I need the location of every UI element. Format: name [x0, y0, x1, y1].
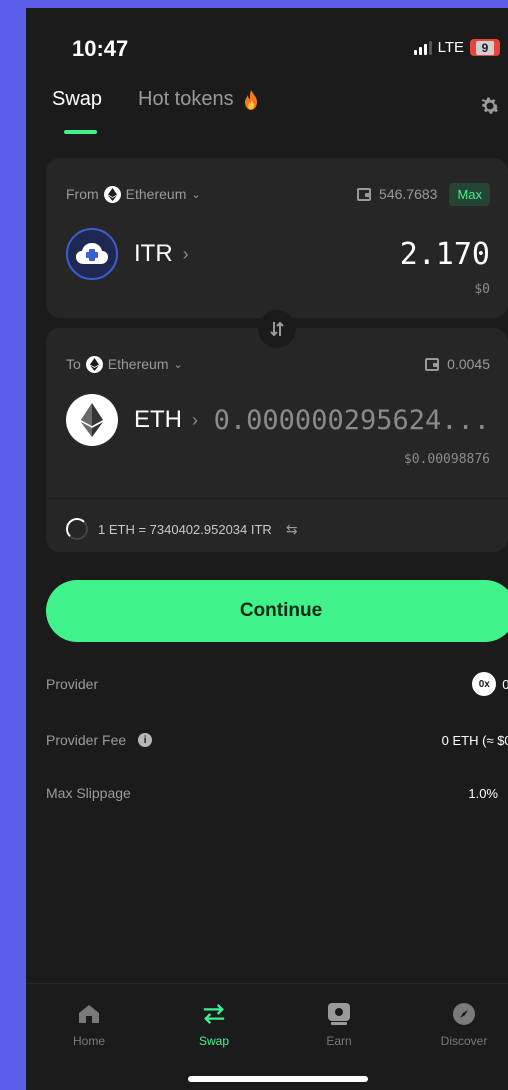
swap-icon	[202, 1002, 226, 1026]
from-balance-value: 546.7683	[379, 186, 438, 202]
bottom-nav: Home Swap Earn Discover	[26, 983, 508, 1053]
from-chain-selector[interactable]: From Ethereum ⌄	[66, 185, 201, 203]
info-icon[interactable]: i	[138, 733, 153, 747]
chevron-right-icon: ›	[182, 243, 189, 264]
battery-level: 9	[475, 40, 495, 55]
to-balance-value: 0.0045	[447, 356, 490, 372]
chevron-down-icon: ⌄	[173, 358, 183, 371]
from-label: From	[66, 186, 99, 202]
signal-icon	[413, 40, 432, 55]
provider-label: Provider	[46, 676, 99, 692]
to-chain-name: Ethereum	[107, 356, 169, 372]
status-bar: 10:47 LTE 9	[26, 8, 508, 80]
network-type: LTE	[437, 39, 464, 56]
tab-hot-tokens-label: Hot tokens	[138, 88, 234, 110]
to-fiat-value: $0.00098876	[403, 452, 490, 467]
header-tabs: Swap Hot tokens	[52, 88, 508, 138]
to-label: To	[66, 356, 81, 372]
provider-logo-icon: 0x	[472, 672, 497, 696]
home-icon	[77, 1002, 101, 1026]
provider-fee-row: Provider Fee i 0 ETH (≈ $0)	[46, 728, 508, 752]
nav-discover[interactable]: Discover	[424, 1002, 504, 1048]
nav-discover-label: Discover	[440, 1034, 488, 1048]
wallet-icon	[357, 187, 372, 201]
ethereum-icon	[103, 185, 121, 203]
max-slippage-row[interactable]: Max Slippage 1.0% ›	[46, 781, 508, 805]
provider-value: 0x 0x	[472, 672, 508, 696]
nav-earn-label: Earn	[326, 1034, 352, 1048]
battery-icon: 9	[470, 39, 500, 56]
status-time: 10:47	[72, 36, 129, 61]
provider-name: 0x	[502, 676, 508, 692]
phone-screen: 10:47 LTE 9 Swap Hot tokens From Ethereu…	[26, 8, 508, 1090]
from-balance: 546.7683 Max	[357, 182, 490, 206]
nav-home-label: Home	[72, 1034, 105, 1048]
from-card: From Ethereum ⌄ 546.7683 Max ITR › 2.170…	[46, 158, 508, 318]
itr-token-icon[interactable]	[66, 228, 118, 280]
max-slippage-number: 1.0%	[468, 785, 498, 801]
swap-arrows-icon	[270, 321, 284, 337]
from-token-row: ITR › 2.170	[66, 228, 490, 280]
ethereum-icon	[85, 355, 103, 373]
to-amount-value: 0.000000295624...	[213, 404, 490, 436]
compass-icon	[452, 1002, 476, 1026]
from-amount-input[interactable]: 2.170	[400, 237, 490, 272]
tab-hot-tokens[interactable]: Hot tokens	[138, 88, 260, 111]
home-indicator[interactable]	[188, 1076, 368, 1082]
from-fiat-value: $0	[474, 282, 490, 297]
eth-token-icon[interactable]	[66, 394, 118, 446]
exchange-rate[interactable]: 1 ETH = 7340402.952034 ITR ⇆	[66, 518, 298, 540]
loading-spinner-icon	[66, 518, 88, 540]
to-balance: 0.0045	[425, 356, 490, 372]
max-slippage-value: 1.0% ›	[468, 786, 508, 801]
nav-swap[interactable]: Swap	[174, 1002, 254, 1048]
from-header: From Ethereum ⌄ 546.7683 Max	[66, 182, 490, 206]
nav-home[interactable]: Home	[49, 1002, 129, 1048]
chevron-down-icon: ⌄	[191, 188, 201, 201]
to-header: To Ethereum ⌄ 0.0045	[66, 352, 490, 376]
tab-active-indicator	[64, 130, 97, 134]
swap-direction-button[interactable]	[258, 310, 296, 348]
to-chain-selector[interactable]: To Ethereum ⌄	[66, 355, 183, 373]
fire-icon	[244, 89, 257, 110]
chevron-right-icon: ›	[192, 409, 198, 430]
from-token-symbol[interactable]: ITR	[134, 240, 173, 268]
from-chain-name: Ethereum	[125, 186, 187, 202]
earn-icon	[327, 1002, 351, 1026]
continue-button[interactable]: Continue	[46, 580, 508, 642]
to-card: To Ethereum ⌄ 0.0045 ETH › 0.00000029562…	[46, 328, 508, 552]
status-indicators: LTE 9	[413, 39, 500, 56]
provider-row[interactable]: Provider 0x 0x	[46, 672, 508, 696]
max-button[interactable]: Max	[449, 182, 490, 206]
wallet-icon	[425, 357, 440, 371]
to-token-row: ETH › 0.000000295624...	[66, 394, 490, 446]
provider-fee-label: Provider Fee	[46, 732, 127, 748]
nav-earn[interactable]: Earn	[299, 1002, 379, 1048]
to-token-symbol[interactable]: ETH	[134, 406, 182, 434]
provider-fee-value: 0 ETH (≈ $0)	[441, 732, 508, 748]
max-slippage-label: Max Slippage	[46, 785, 131, 801]
tab-swap[interactable]: Swap	[52, 88, 102, 111]
divider	[46, 498, 508, 499]
exchange-rate-text: 1 ETH = 7340402.952034 ITR	[98, 521, 272, 537]
nav-swap-label: Swap	[198, 1034, 230, 1048]
gear-icon[interactable]	[478, 94, 502, 118]
swap-rate-icon[interactable]: ⇆	[286, 521, 298, 538]
